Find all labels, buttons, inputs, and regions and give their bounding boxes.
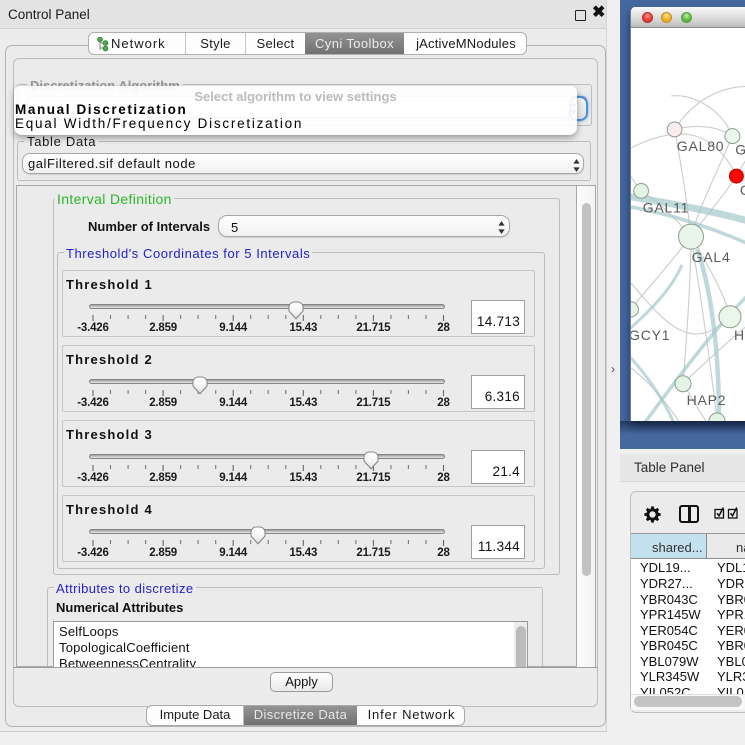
svg-text:GCY1: GCY1 — [631, 327, 670, 343]
svg-text:HAP2: HAP2 — [687, 392, 727, 408]
svg-text:H: H — [734, 327, 745, 343]
svg-text:GAL80: GAL80 — [677, 138, 725, 154]
svg-text:GAL11: GAL11 — [643, 200, 690, 216]
svg-text:C: C — [740, 182, 745, 198]
svg-text:G.: G. — [735, 141, 745, 157]
svg-text:GAL4: GAL4 — [692, 249, 731, 265]
